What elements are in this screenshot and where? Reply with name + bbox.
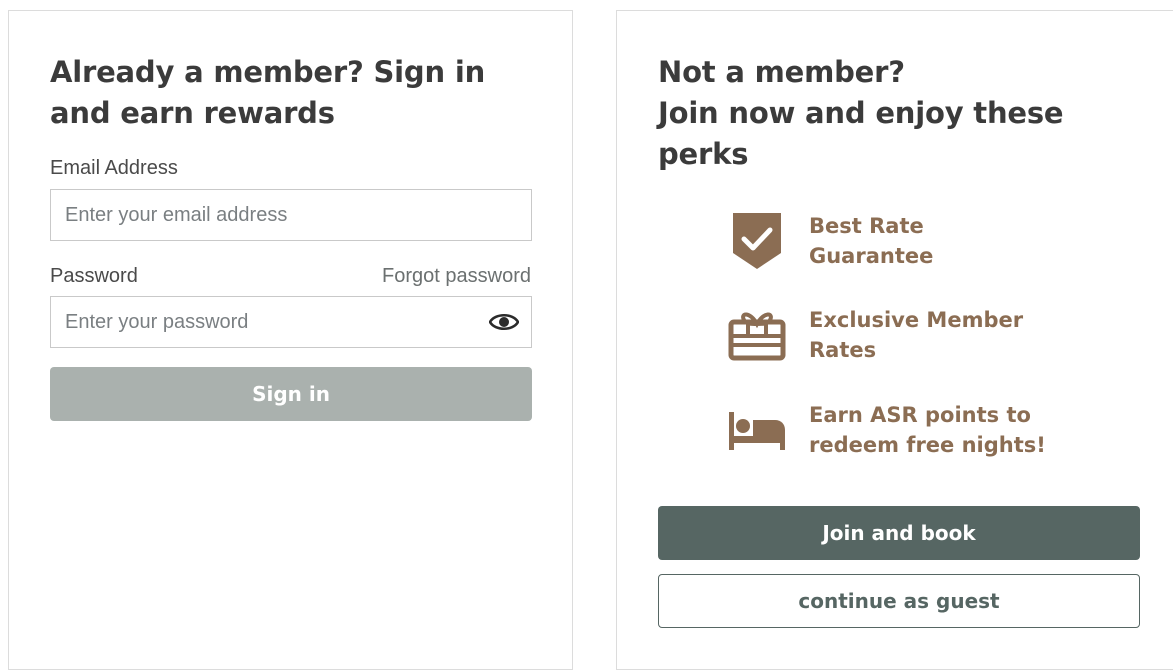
join-heading-line2: Join now and enjoy these perks [658,96,1064,171]
perk-label: Best Rate Guarantee [809,214,934,268]
email-label: Email Address [50,157,178,179]
perk-item-best-rate: Best Rate Guarantee [725,209,1049,273]
perk-item-member-rates: Exclusive Member Rates [725,303,1049,367]
password-field[interactable] [51,297,531,347]
signin-panel: Already a member? Sign in and earn rewar… [8,10,573,670]
perk-item-asr-points: Earn ASR points to redeem free nights! [725,398,1049,462]
signin-heading: Already a member? Sign in and earn rewar… [50,55,486,130]
sign-in-button[interactable]: Sign in [50,367,532,421]
shield-check-icon [725,209,789,273]
password-field-wrapper [50,296,532,348]
password-label: Password [50,265,138,287]
email-field-wrapper [50,189,532,241]
join-heading: Not a member? Join now and enjoy these p… [658,52,1158,175]
join-panel: Not a member? Join now and enjoy these p… [616,10,1173,670]
email-field[interactable] [51,190,531,240]
join-and-book-button[interactable]: Join and book [658,506,1140,560]
join-heading-line1: Not a member? [658,55,905,89]
bed-icon [725,398,789,462]
perk-label: Earn ASR points to redeem free nights! [809,403,1046,457]
continue-as-guest-button[interactable]: continue as guest [658,574,1140,628]
show-password-eye-icon[interactable] [489,309,519,335]
perk-label: Exclusive Member Rates [809,308,1024,362]
gift-card-icon [725,303,789,367]
forgot-password-link[interactable]: Forgot password [382,265,531,288]
